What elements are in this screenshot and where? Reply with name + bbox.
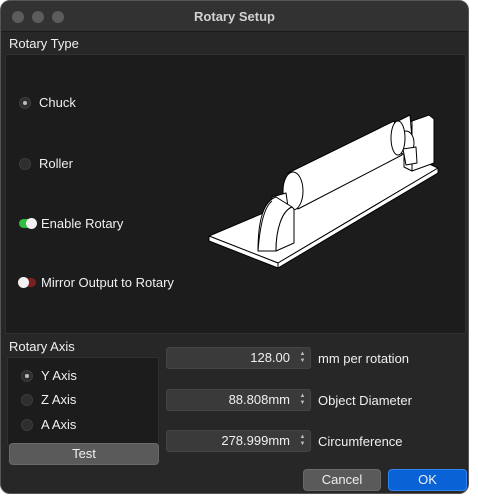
mm-per-rotation-stepper[interactable]: ▲ ▼ <box>298 351 307 365</box>
cancel-button[interactable]: Cancel <box>303 469 381 491</box>
object-diameter-input[interactable]: 88.808mm ▲ ▼ <box>166 389 311 411</box>
radio-z-axis-label: Z Axis <box>41 392 77 407</box>
circumference-stepper[interactable]: ▲ ▼ <box>298 434 307 448</box>
radio-chuck-indicator[interactable] <box>19 96 31 109</box>
circumference-label: Circumference <box>318 434 403 449</box>
radio-roller-label: Roller <box>39 156 73 171</box>
enable-rotary-toggle[interactable]: Enable Rotary <box>19 216 123 231</box>
window-title: Rotary Setup <box>194 9 275 24</box>
mirror-output-toggle[interactable]: Mirror Output to Rotary <box>18 275 174 290</box>
radio-y-axis-indicator[interactable] <box>21 369 33 382</box>
circumference-value: 278.999mm <box>221 433 290 448</box>
radio-z-axis[interactable]: Z Axis <box>21 392 76 407</box>
mm-per-rotation-input[interactable]: 128.00 ▲ ▼ <box>166 347 311 369</box>
stepper-down-icon[interactable]: ▼ <box>298 441 307 448</box>
ok-button[interactable]: OK <box>388 469 467 491</box>
title-bar: Rotary Setup <box>1 1 468 32</box>
circumference-input[interactable]: 278.999mm ▲ ▼ <box>166 430 311 452</box>
stepper-down-icon[interactable]: ▼ <box>298 400 307 407</box>
mirror-output-switch[interactable] <box>18 277 36 288</box>
mm-per-rotation-label: mm per rotation <box>318 351 410 366</box>
object-diameter-stepper[interactable]: ▲ ▼ <box>298 393 307 407</box>
stepper-up-icon[interactable]: ▲ <box>298 434 307 441</box>
radio-y-axis[interactable]: Y Axis <box>21 368 77 383</box>
rotary-type-label: Rotary Type <box>9 36 79 51</box>
object-diameter-value: 88.808mm <box>228 392 290 407</box>
enable-rotary-switch[interactable] <box>19 218 37 229</box>
radio-roller[interactable]: Roller <box>19 156 73 171</box>
rotary-setup-window: Rotary Setup Rotary Type Chuck Roller En… <box>0 0 469 494</box>
radio-z-axis-indicator[interactable] <box>21 393 33 406</box>
enable-rotary-label: Enable Rotary <box>41 216 124 231</box>
object-diameter-label: Object Diameter <box>318 393 412 408</box>
stepper-down-icon[interactable]: ▼ <box>298 358 307 365</box>
stepper-up-icon[interactable]: ▲ <box>298 351 307 358</box>
radio-chuck[interactable]: Chuck <box>19 95 76 110</box>
radio-a-axis-label: A Axis <box>41 417 77 432</box>
radio-chuck-label: Chuck <box>39 95 76 110</box>
rotary-axis-label: Rotary Axis <box>9 339 75 354</box>
mirror-output-label: Mirror Output to Rotary <box>41 275 174 290</box>
radio-a-axis-indicator[interactable] <box>21 418 33 431</box>
test-button[interactable]: Test <box>9 443 159 465</box>
stepper-up-icon[interactable]: ▲ <box>298 393 307 400</box>
radio-roller-indicator[interactable] <box>19 157 31 170</box>
radio-a-axis[interactable]: A Axis <box>21 417 76 432</box>
radio-y-axis-label: Y Axis <box>41 368 77 383</box>
mm-per-rotation-value: 128.00 <box>250 350 290 365</box>
chuck-rotary-illustration <box>208 114 439 269</box>
